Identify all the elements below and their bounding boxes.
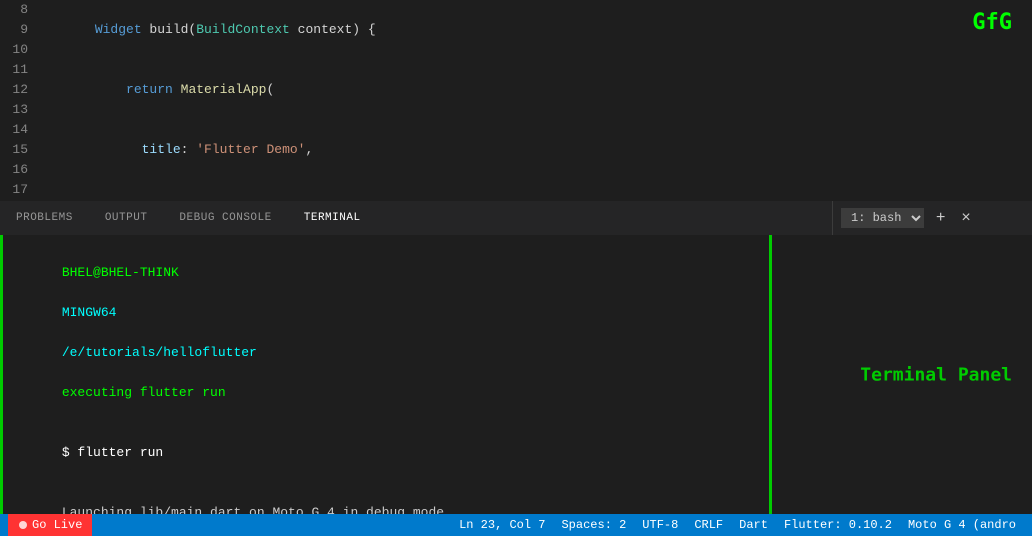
terminal-area: BHEL@BHEL-THINK MINGW64 /e/tutorials/hel… bbox=[0, 235, 1032, 514]
bash-select[interactable]: 1: bash 2: zsh bbox=[841, 208, 924, 228]
code-line-11: theme: ThemeData( bbox=[48, 180, 1032, 200]
status-encoding[interactable]: UTF-8 bbox=[634, 514, 686, 536]
code-line-9: return MaterialApp( bbox=[48, 60, 1032, 120]
code-line-8: Widget build(BuildContext context) { bbox=[48, 0, 1032, 60]
prompt-space2 bbox=[62, 325, 70, 340]
go-live-button[interactable]: Go Live bbox=[8, 514, 92, 536]
executing-text: executing flutter run bbox=[62, 385, 226, 400]
prompt-space bbox=[62, 285, 70, 300]
tab-debug-console[interactable]: DEBUG CONSOLE bbox=[163, 201, 287, 236]
terminal-prompt-line: BHEL@BHEL-THINK MINGW64 /e/tutorials/hel… bbox=[15, 243, 757, 423]
status-bar: Go Live Ln 23, Col 7 Spaces: 2 UTF-8 CRL… bbox=[0, 514, 1032, 536]
live-icon bbox=[18, 520, 28, 530]
code-content[interactable]: Widget build(BuildContext context) { ret… bbox=[44, 0, 1032, 200]
add-terminal-button[interactable]: + bbox=[932, 209, 949, 227]
prompt-user: BHEL@BHEL-THINK bbox=[62, 265, 179, 280]
tab-output[interactable]: OUTPUT bbox=[89, 201, 164, 236]
terminal-line-run: $ flutter run bbox=[15, 423, 757, 483]
status-line-ending[interactable]: CRLF bbox=[686, 514, 731, 536]
tab-problems[interactable]: PROBLEMS bbox=[0, 201, 89, 236]
terminal-right-panel: Terminal Panel bbox=[772, 235, 1032, 514]
tab-terminal[interactable]: TERMINAL bbox=[288, 201, 377, 236]
panel-header: PROBLEMS OUTPUT DEBUG CONSOLE TERMINAL 1… bbox=[0, 200, 1032, 235]
terminal-line-launching: Launching lib/main.dart on Moto G 4 in d… bbox=[15, 483, 757, 514]
gfg-watermark: GfG bbox=[972, 10, 1012, 35]
terminal-panel-label: Terminal Panel bbox=[860, 364, 1012, 385]
panel-tabs-wrapper: PROBLEMS OUTPUT DEBUG CONSOLE TERMINAL bbox=[0, 201, 832, 235]
code-editor: 8 9 10 11 12 13 14 15 16 17 Widget build… bbox=[0, 0, 1032, 200]
status-language[interactable]: Dart bbox=[731, 514, 776, 536]
prompt-spacer bbox=[62, 365, 218, 380]
status-position[interactable]: Ln 23, Col 7 bbox=[451, 514, 553, 536]
close-panel-button[interactable]: × bbox=[957, 209, 974, 227]
terminal-content[interactable]: BHEL@BHEL-THINK MINGW64 /e/tutorials/hel… bbox=[3, 235, 769, 514]
terminal-header-right: 1: bash 2: zsh + × bbox=[832, 201, 1032, 235]
prompt-path: /e/tutorials/helloflutter bbox=[62, 345, 257, 360]
line-numbers: 8 9 10 11 12 13 14 15 16 17 bbox=[0, 0, 44, 200]
status-device[interactable]: Moto G 4 (andro bbox=[900, 514, 1024, 536]
status-flutter-version[interactable]: Flutter: 0.10.2 bbox=[776, 514, 900, 536]
go-live-label: Go Live bbox=[32, 514, 82, 536]
status-spaces[interactable]: Spaces: 2 bbox=[553, 514, 634, 536]
prompt-mingw: MINGW64 bbox=[62, 305, 117, 320]
code-line-10: title: 'Flutter Demo', bbox=[48, 120, 1032, 180]
